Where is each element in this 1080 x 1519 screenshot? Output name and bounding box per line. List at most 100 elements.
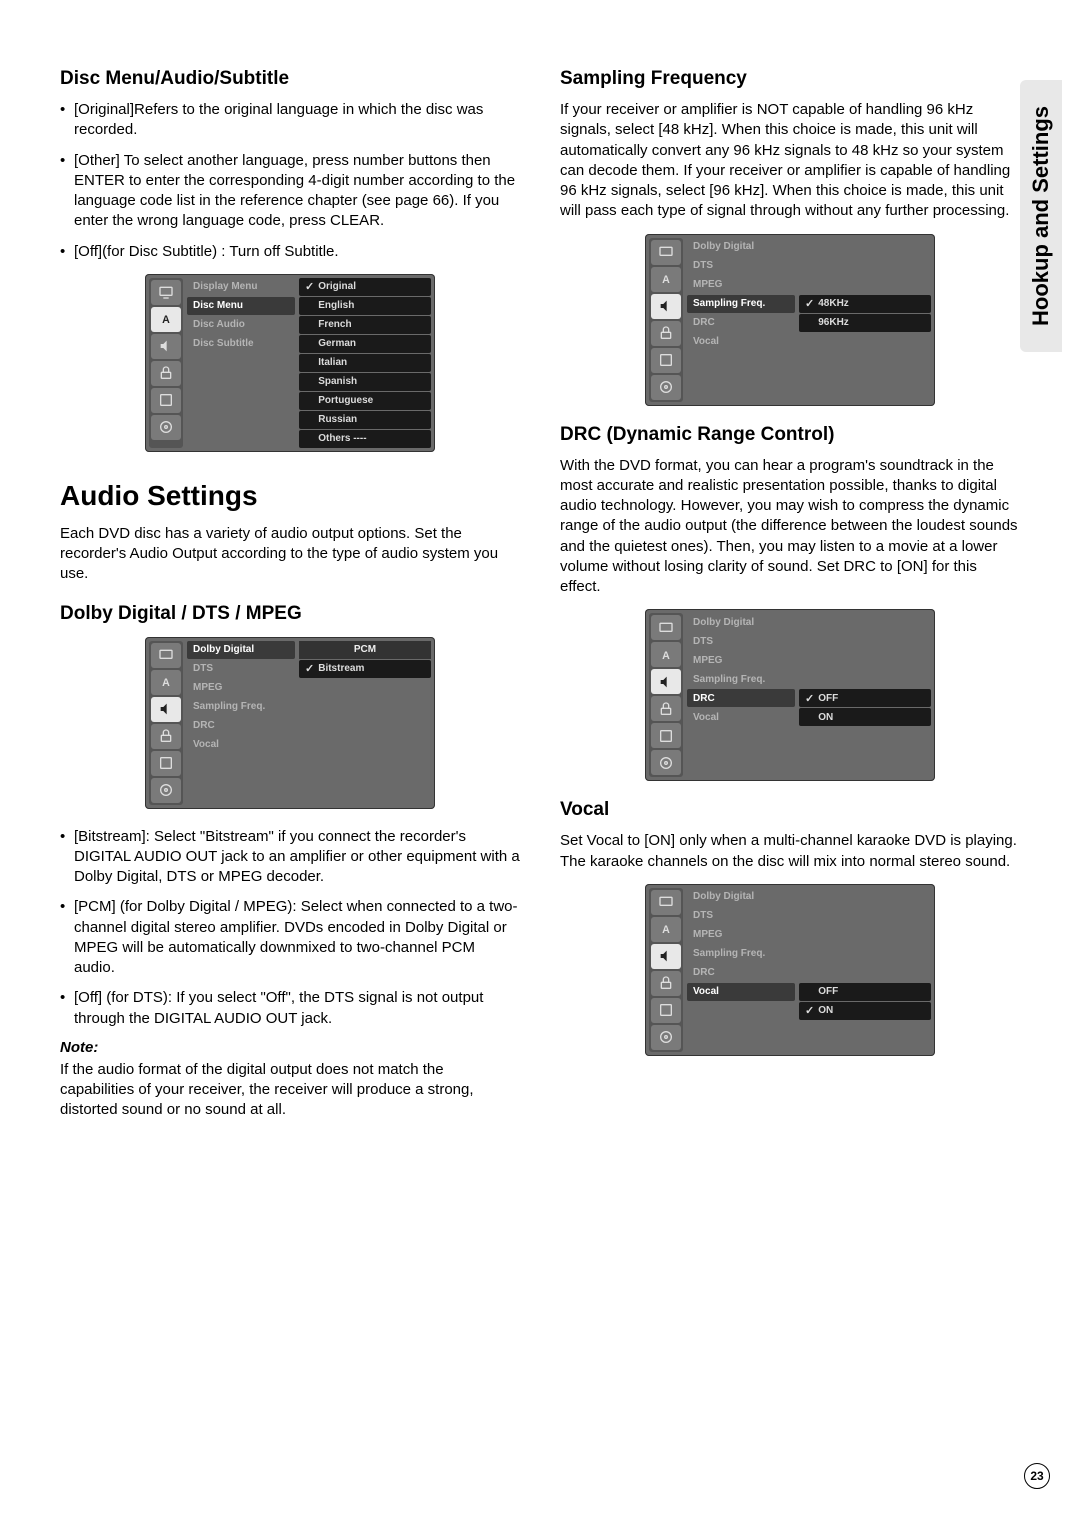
para-drc: With the DVD format, you can hear a prog…: [560, 456, 1020, 598]
disc-icon: [151, 415, 181, 440]
osd-mid-item: Vocal: [687, 708, 795, 726]
osd-language-menu: A Display Menu Disc Menu Disc Audio Disc…: [145, 274, 435, 452]
osd-option: ✓OFF: [799, 689, 931, 707]
speaker-icon: [151, 697, 181, 722]
osd-icon-rail: A: [649, 888, 683, 1052]
svg-text:A: A: [162, 677, 170, 689]
osd-mid-item: MPEG: [687, 276, 795, 294]
language-a-icon: A: [651, 917, 681, 942]
disc-icon: [151, 778, 181, 803]
osd-mid-item: Disc Subtitle: [187, 335, 295, 353]
osd-icon-rail: A: [649, 613, 683, 777]
osd-right-column: ✓Original ✓English ✓French ✓German ✓Ital…: [299, 278, 431, 448]
osd-mid-item: Dolby Digital: [687, 613, 795, 631]
osd-mid-item: DRC: [687, 689, 795, 707]
osd-option: ✓Others ----: [299, 430, 431, 448]
osd-option: ✓ON: [799, 708, 931, 726]
option-label: OFF: [818, 986, 838, 997]
svg-text:A: A: [162, 314, 170, 326]
speaker-icon: [651, 944, 681, 969]
speaker-icon: [151, 334, 181, 359]
osd-spacer: [799, 670, 931, 688]
side-tab: Hookup and Settings: [1020, 80, 1062, 352]
heading-vocal: Vocal: [560, 799, 1020, 821]
osd-option: ✓Bitstream: [299, 660, 431, 678]
option-label: 96KHz: [818, 317, 849, 328]
osd-mid-item: Vocal: [687, 333, 795, 351]
osd-mid-item: DRC: [187, 717, 295, 735]
lock-icon: [651, 696, 681, 721]
disc-rec-icon: [651, 723, 681, 748]
bullet: [PCM] (for Dolby Digital / MPEG): Select…: [74, 897, 520, 978]
osd-mid-item: DTS: [687, 907, 795, 925]
option-label: Bitstream: [318, 663, 364, 674]
option-label: Original: [318, 281, 356, 292]
osd-option: ✓OFF: [799, 983, 931, 1001]
option-label: OFF: [818, 693, 838, 704]
osd-right-column: PCM ✓Bitstream: [299, 641, 431, 805]
osd-mid-item: Sampling Freq.: [687, 945, 795, 963]
bullet: [Original]Refers to the original languag…: [74, 100, 520, 141]
osd-mid-item: Sampling Freq.: [687, 670, 795, 688]
osd-spacer: [799, 257, 931, 275]
osd-option: ✓Original: [299, 278, 431, 296]
osd-option: ✓ON: [799, 1002, 931, 1020]
osd-right-column: ✓48KHz ✓96KHz: [799, 238, 931, 402]
tv-icon: [151, 280, 181, 305]
osd-option: ✓48KHz: [799, 295, 931, 313]
svg-text:A: A: [662, 650, 670, 662]
bullet: [Off] (for DTS): If you select "Off", th…: [74, 988, 520, 1029]
osd-mid-column: Dolby Digital DTS MPEG Sampling Freq. DR…: [687, 238, 795, 402]
disc-rec-icon: [151, 751, 181, 776]
svg-text:A: A: [662, 274, 670, 286]
osd-spacer: [799, 238, 931, 256]
osd-option: ✓Russian: [299, 411, 431, 429]
heading-audio-settings: Audio Settings: [60, 480, 520, 512]
osd-mid-item: Sampling Freq.: [687, 295, 795, 313]
osd-mid-item: DTS: [187, 660, 295, 678]
osd-mid-item: MPEG: [687, 926, 795, 944]
disc-menu-bullets: [Original]Refers to the original languag…: [60, 100, 520, 262]
osd-dolby-menu: A Dolby Digital DTS MPEG Sampling Freq. …: [145, 637, 435, 809]
bullet: [Other] To select another language, pres…: [74, 151, 520, 232]
osd-mid-item: DRC: [687, 314, 795, 332]
tv-icon: [651, 240, 681, 265]
osd-mid-item: Display Menu: [187, 278, 295, 296]
note-label: Note:: [60, 1039, 520, 1056]
para-sampling: If your receiver or amplifier is NOT cap…: [560, 100, 1020, 222]
heading-dolby: Dolby Digital / DTS / MPEG: [60, 603, 520, 625]
osd-spacer: [799, 907, 931, 925]
osd-option: ✓Italian: [299, 354, 431, 372]
option-label: Italian: [318, 357, 347, 368]
option-label: English: [318, 300, 354, 311]
svg-text:A: A: [662, 924, 670, 936]
disc-rec-icon: [651, 348, 681, 373]
osd-spacer: [799, 651, 931, 669]
osd-icon-rail: A: [149, 641, 183, 805]
disc-icon: [651, 750, 681, 775]
osd-spacer: [799, 964, 931, 982]
option-label: 48KHz: [818, 298, 849, 309]
osd-option: ✓96KHz: [799, 314, 931, 332]
osd-spacer: [799, 613, 931, 631]
osd-spacer: [799, 276, 931, 294]
option-label: Others ----: [318, 433, 366, 444]
disc-icon: [651, 375, 681, 400]
tv-icon: [651, 615, 681, 640]
option-label: French: [318, 319, 351, 330]
osd-option: ✓Portuguese: [299, 392, 431, 410]
option-label: Russian: [318, 414, 357, 425]
lock-icon: [651, 971, 681, 996]
lock-icon: [151, 361, 181, 386]
osd-option: ✓Spanish: [299, 373, 431, 391]
osd-mid-item: Disc Audio: [187, 316, 295, 334]
para-audio-settings: Each DVD disc has a variety of audio out…: [60, 524, 520, 585]
option-label: Spanish: [318, 376, 357, 387]
para-vocal: Set Vocal to [ON] only when a multi-chan…: [560, 831, 1020, 872]
language-a-icon: A: [151, 307, 181, 332]
heading-drc: DRC (Dynamic Range Control): [560, 424, 1020, 446]
disc-rec-icon: [151, 388, 181, 413]
language-a-icon: A: [151, 670, 181, 695]
osd-option: ✓French: [299, 316, 431, 334]
tv-icon: [151, 643, 181, 668]
